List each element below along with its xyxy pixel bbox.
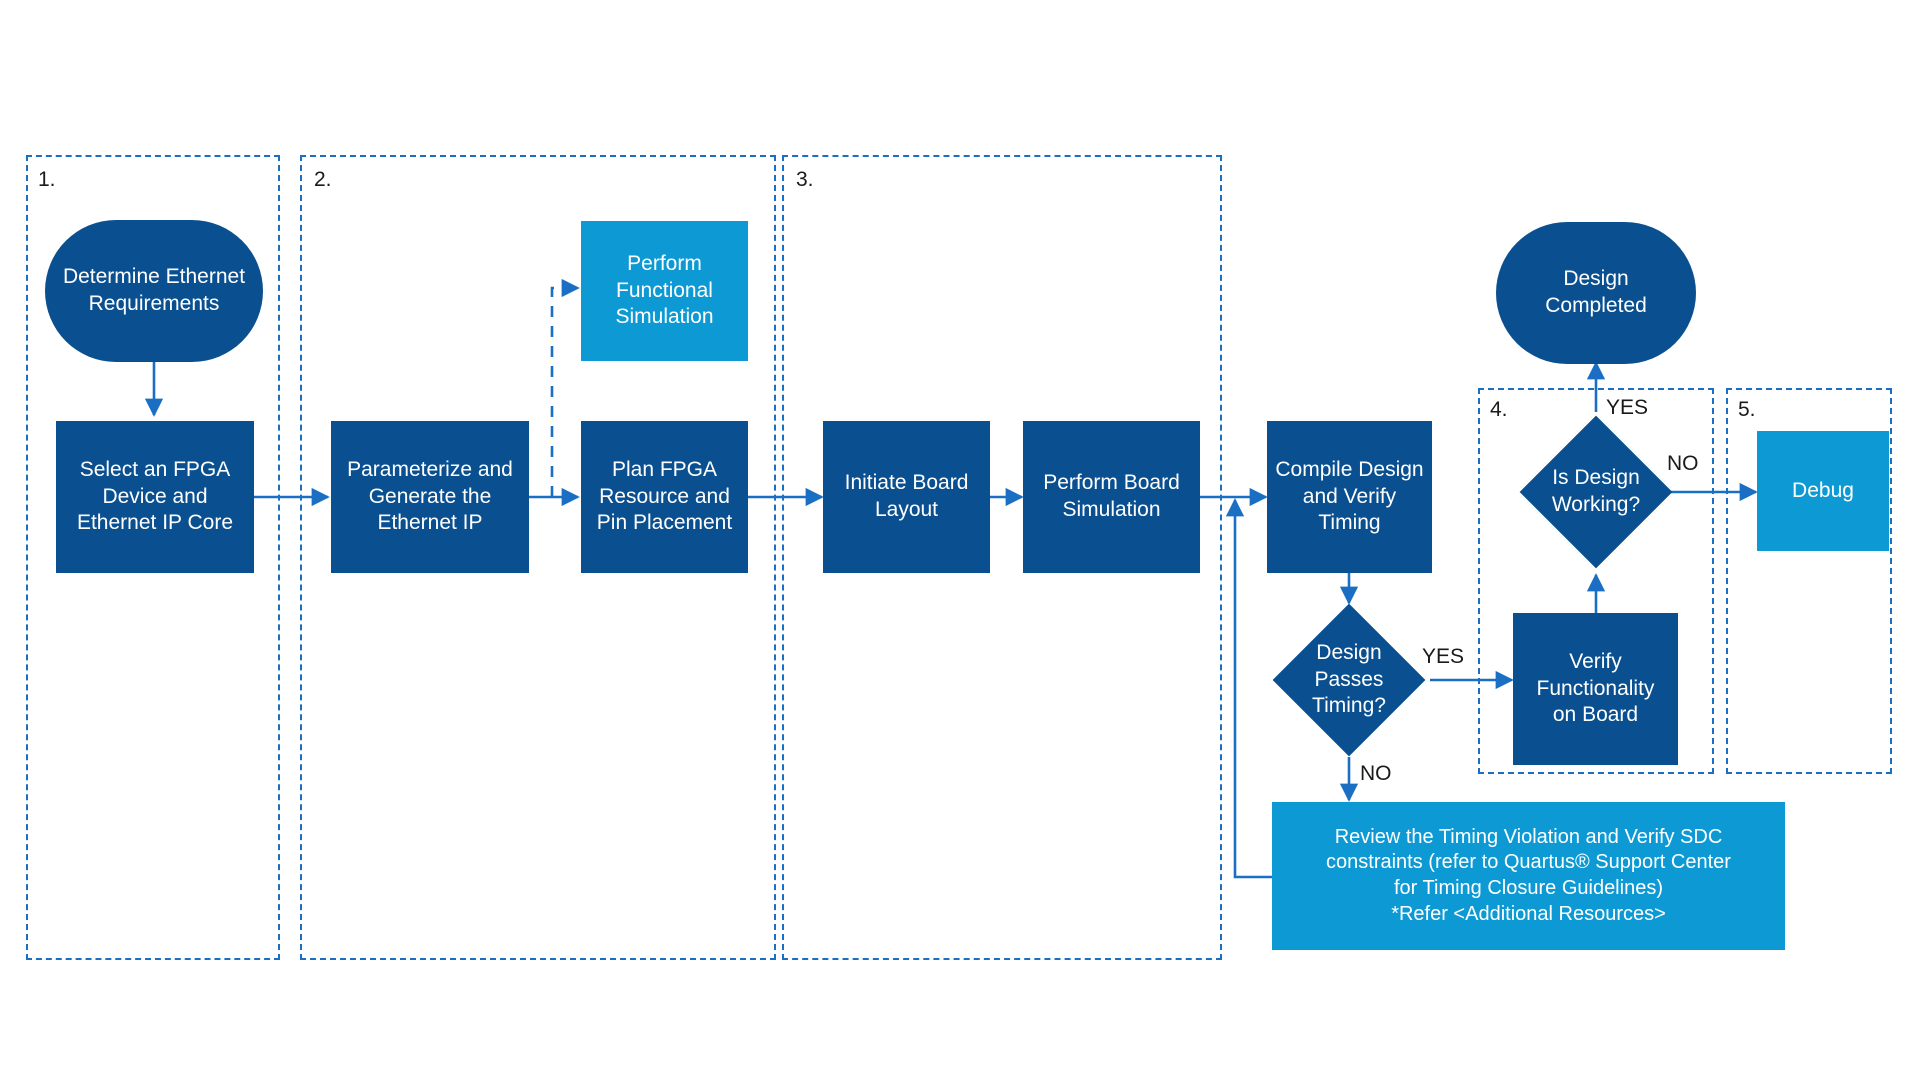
node-is-design-working-label: Is Design Working? <box>1551 466 1641 516</box>
flowchart-diagram: 1. 2. 3. 4. 5. Determine Ethernet Requir… <box>0 0 1920 1080</box>
edge-label-timing-yes: YES <box>1422 645 1465 668</box>
node-initiate-board-layout[interactable]: Initiate Board Layout <box>823 421 990 573</box>
node-select-fpga-label: Select an FPGA Device and Ethernet IP Co… <box>76 457 234 535</box>
node-plan-fpga-label: Plan FPGA Resource and Pin Placement <box>596 457 733 535</box>
node-functional-simulation[interactable]: Perform Functional Simulation <box>581 221 748 361</box>
edge-label-timing-no: NO <box>1360 762 1392 785</box>
section-number-3: 3. <box>796 168 814 191</box>
node-parameterize-ip[interactable]: Parameterize and Generate the Ethernet I… <box>331 421 529 573</box>
node-plan-fpga[interactable]: Plan FPGA Resource and Pin Placement <box>581 421 748 573</box>
node-select-fpga[interactable]: Select an FPGA Device and Ethernet IP Co… <box>56 421 254 573</box>
node-perform-board-simulation[interactable]: Perform Board Simulation <box>1023 421 1200 573</box>
node-design-passes-timing-label: Design Passes Timing? <box>1312 640 1386 718</box>
node-review-timing-violation-label: Review the Timing Violation and Verify S… <box>1326 825 1731 925</box>
edge-label-working-yes: YES <box>1606 396 1649 419</box>
edge-label-working-no: NO <box>1667 452 1699 475</box>
node-determine-requirements[interactable]: Determine Ethernet Requirements <box>45 220 263 362</box>
section-number-5: 5. <box>1738 398 1756 421</box>
node-initiate-board-layout-label: Initiate Board Layout <box>844 471 969 521</box>
node-determine-requirements-label: Determine Ethernet Requirements <box>62 265 246 315</box>
node-design-completed-label: Design Completed <box>1545 267 1647 317</box>
node-compile-design-label: Compile Design and Verify Timing <box>1275 457 1424 535</box>
node-verify-functionality[interactable]: Verify Functionality on Board <box>1513 613 1678 765</box>
node-debug-label: Debug <box>1792 478 1854 502</box>
node-perform-board-simulation-label: Perform Board Simulation <box>1043 471 1180 521</box>
section-number-4: 4. <box>1490 398 1508 421</box>
node-review-timing-violation[interactable]: Review the Timing Violation and Verify S… <box>1272 802 1785 950</box>
node-debug[interactable]: Debug <box>1757 431 1889 551</box>
section-number-2: 2. <box>314 168 332 191</box>
node-verify-functionality-label: Verify Functionality on Board <box>1536 649 1655 727</box>
node-design-completed[interactable]: Design Completed <box>1496 222 1696 364</box>
node-compile-design[interactable]: Compile Design and Verify Timing <box>1267 421 1432 573</box>
section-number-1: 1. <box>38 168 56 191</box>
node-functional-simulation-label: Perform Functional Simulation <box>615 251 714 329</box>
node-is-design-working[interactable]: Is Design Working? <box>1519 415 1673 569</box>
node-design-passes-timing[interactable]: Design Passes Timing? <box>1272 603 1426 757</box>
node-parameterize-ip-label: Parameterize and Generate the Ethernet I… <box>347 457 513 535</box>
